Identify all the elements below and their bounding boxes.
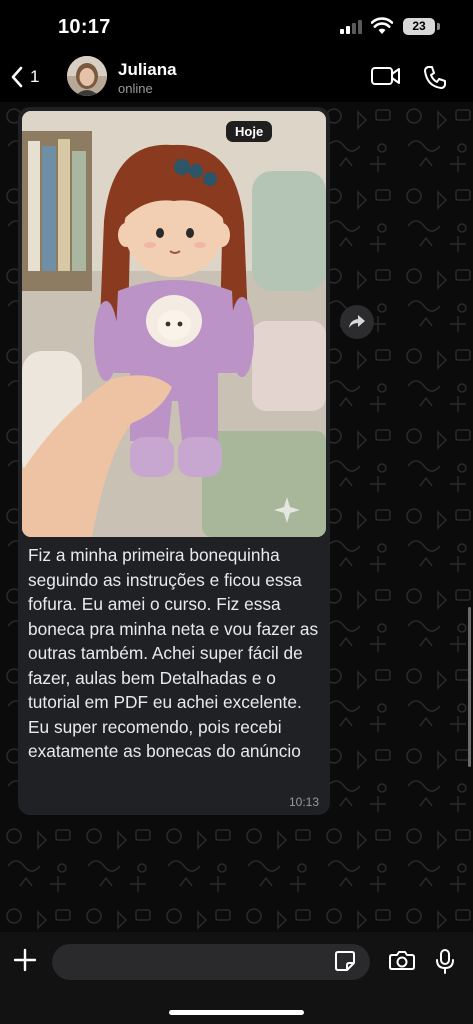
- chat-header: 1 Juliana online: [0, 52, 473, 102]
- status-bar: 10:17 23: [0, 0, 473, 52]
- message-time: 10:13: [288, 795, 319, 809]
- back-button[interactable]: 1: [10, 62, 56, 92]
- scrollbar[interactable]: [468, 607, 471, 767]
- video-camera-icon[interactable]: [370, 65, 402, 87]
- sticker-icon[interactable]: [334, 950, 356, 972]
- unread-count: 1: [30, 67, 40, 86]
- phone-icon[interactable]: [422, 64, 448, 90]
- doll-photo[interactable]: [22, 111, 326, 537]
- message-input[interactable]: [52, 944, 370, 980]
- forward-button[interactable]: [340, 305, 374, 339]
- status-time: 10:17: [58, 16, 111, 38]
- contact-name[interactable]: Juliana: [118, 60, 177, 80]
- microphone-icon[interactable]: [435, 948, 455, 974]
- battery-icon: 23: [403, 18, 435, 35]
- date-chip: Hoje: [226, 121, 273, 142]
- signal-icon: [340, 20, 366, 34]
- chat-area[interactable]: Hoje Fiz a minha primeira bonequinha seg…: [0, 102, 473, 932]
- plus-icon[interactable]: [13, 948, 37, 972]
- avatar[interactable]: [67, 56, 107, 96]
- home-indicator[interactable]: [169, 1010, 304, 1015]
- forward-icon: [349, 315, 365, 328]
- camera-icon[interactable]: [389, 949, 415, 971]
- battery-tip: [437, 23, 440, 30]
- message-bubble[interactable]: Hoje Fiz a minha primeira bonequinha seg…: [18, 107, 330, 815]
- message-text: Fiz a minha primeira bonequinha seguindo…: [28, 545, 319, 761]
- contact-status: online: [118, 81, 153, 96]
- chevron-left-icon: [11, 66, 23, 88]
- wifi-icon: [371, 17, 393, 34]
